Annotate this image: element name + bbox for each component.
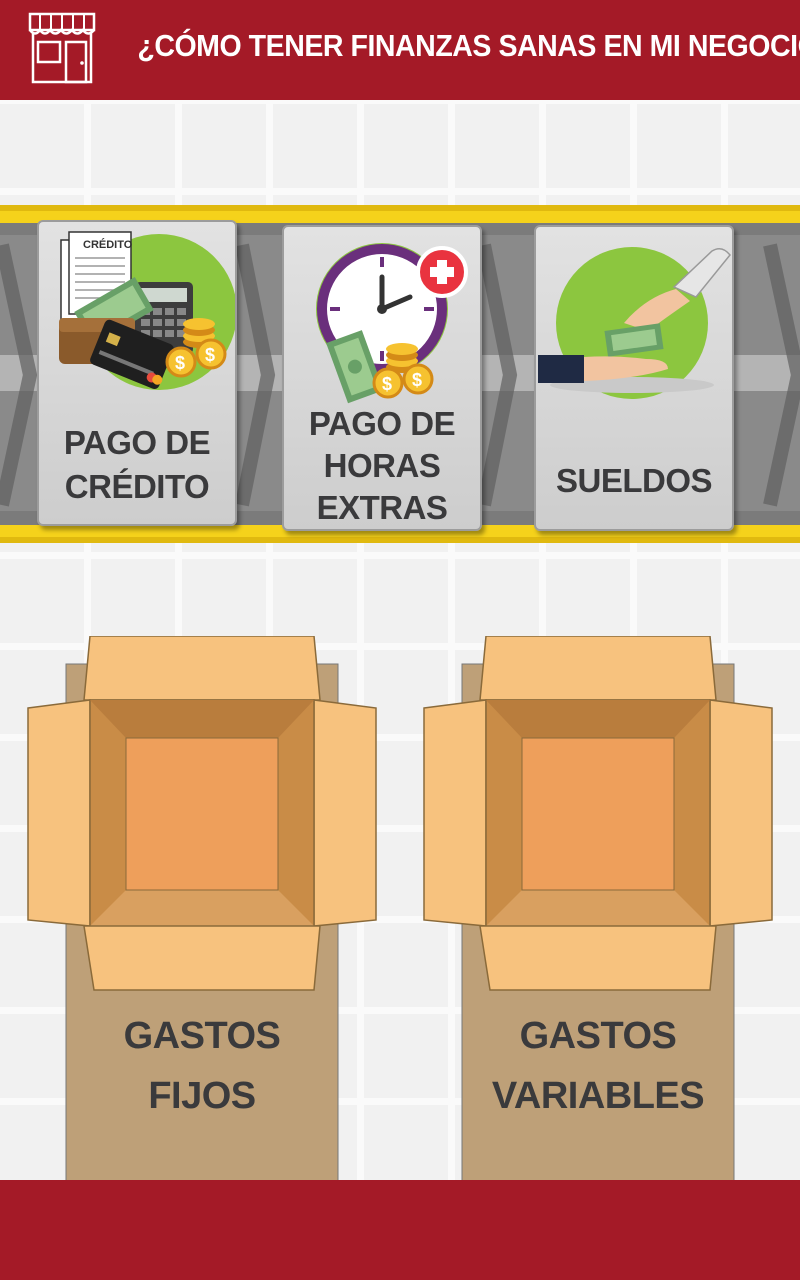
card-label-line1: SUELDOS xyxy=(555,462,713,499)
card-label-line2: HORAS xyxy=(323,447,441,484)
svg-text:$: $ xyxy=(382,374,392,394)
box-label-line2: VARIABLES xyxy=(491,1075,705,1117)
box-label-line1: GASTOS xyxy=(519,1015,677,1057)
store-icon xyxy=(28,12,96,84)
page-title: ¿CÓMO TENER FINANZAS SANAS EN MI NEGOCIO… xyxy=(137,28,800,63)
header-bar: ¿CÓMO TENER FINANZAS SANAS EN MI NEGOCIO… xyxy=(0,0,800,100)
credit-payment-icon: CRÉDITO $ $ xyxy=(59,231,235,390)
svg-text:$: $ xyxy=(412,370,422,390)
card-pago-horas-extras[interactable]: $ $ PAGO DE HORAS EXTRAS xyxy=(282,225,482,531)
card-label-line1: PAGO DE xyxy=(63,424,211,461)
box-label: GASTOS VARIABLES xyxy=(460,1006,736,1126)
overtime-clock-icon: $ $ xyxy=(316,243,468,404)
salary-hand-icon xyxy=(538,247,731,399)
card-label-line3: EXTRAS xyxy=(316,489,448,526)
card-label-line1: PAGO DE xyxy=(308,405,456,442)
card-label-line2: CRÉDITO xyxy=(64,468,210,505)
box-label-line2: FIJOS xyxy=(148,1075,256,1117)
box-label-line1: GASTOS xyxy=(123,1015,281,1057)
svg-text:$: $ xyxy=(205,345,215,365)
box-gastos-variables[interactable]: GASTOS VARIABLES xyxy=(420,636,776,1181)
footer-bar xyxy=(0,1180,800,1280)
box-gastos-fijos[interactable]: GASTOS FIJOS xyxy=(24,636,380,1181)
svg-text:CRÉDITO: CRÉDITO xyxy=(83,238,133,251)
card-sueldos[interactable]: SUELDOS xyxy=(534,225,734,531)
conveyor-belt: CRÉDITO $ $ PAGO DE CRÉDITO $ $ PAGO DE … xyxy=(0,205,800,543)
svg-text:$: $ xyxy=(175,353,185,373)
box-label: GASTOS FIJOS xyxy=(64,1006,340,1126)
card-pago-credito[interactable]: CRÉDITO $ $ PAGO DE CRÉDITO xyxy=(37,220,237,526)
